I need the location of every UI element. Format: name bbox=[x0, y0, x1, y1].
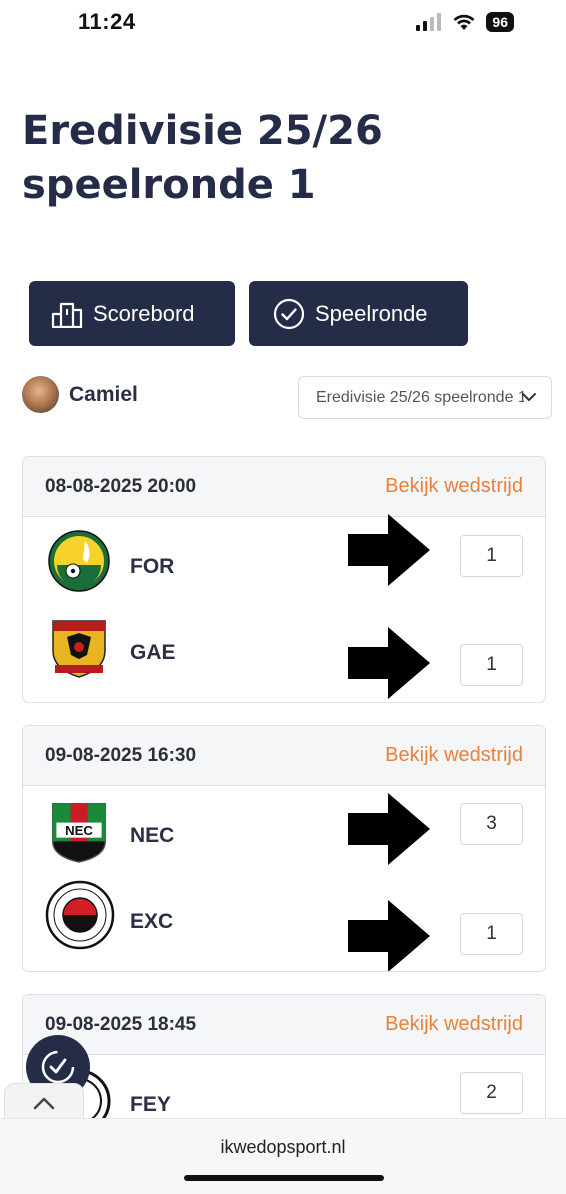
view-match-link[interactable]: Bekijk wedstrijd bbox=[385, 744, 523, 767]
team-code: GAE bbox=[130, 641, 176, 664]
view-match-link[interactable]: Bekijk wedstrijd bbox=[385, 475, 523, 498]
scroll-top-button[interactable] bbox=[4, 1083, 84, 1123]
stopwatch-check-icon bbox=[41, 1050, 75, 1084]
excelsior-rotterdam-logo bbox=[45, 880, 115, 950]
nec-nijmegen-logo: NEC bbox=[51, 803, 107, 863]
user-info: Camiel bbox=[22, 376, 138, 413]
match-header: 09-08-2025 18:45 Bekijk wedstrijd bbox=[23, 995, 545, 1055]
team-code: NEC bbox=[130, 824, 175, 847]
match-datetime: 09-08-2025 16:30 bbox=[45, 744, 197, 766]
avatar bbox=[22, 376, 59, 413]
team-row: GAE 1 bbox=[23, 603, 545, 699]
status-bar: 11:24 96 bbox=[0, 0, 566, 46]
score-input[interactable]: 1 bbox=[460, 535, 523, 577]
battery-indicator: 96 bbox=[486, 12, 514, 32]
match-card: 08-08-2025 20:00 Bekijk wedstrijd FOR 1 … bbox=[22, 456, 546, 703]
round-label: Speelronde bbox=[315, 300, 428, 326]
match-header: 08-08-2025 20:00 Bekijk wedstrijd bbox=[23, 457, 545, 517]
home-indicator bbox=[184, 1175, 384, 1181]
round-select[interactable]: Eredivisie 25/26 speelronde 1 bbox=[298, 376, 552, 419]
browser-bottom-bar: ikwedopsport.nl bbox=[0, 1118, 566, 1194]
match-datetime: 08-08-2025 20:00 bbox=[45, 475, 197, 497]
score-input[interactable]: 3 bbox=[460, 803, 523, 845]
arrow-right-icon bbox=[348, 627, 430, 699]
cellular-signal-icon bbox=[416, 13, 442, 31]
wifi-icon bbox=[453, 14, 475, 30]
match-header: 09-08-2025 16:30 Bekijk wedstrijd bbox=[23, 726, 545, 786]
round-button[interactable]: Speelronde bbox=[249, 281, 468, 346]
arrow-right-icon bbox=[348, 514, 430, 586]
check-circle-icon bbox=[273, 298, 305, 329]
view-match-link[interactable]: Bekijk wedstrijd bbox=[385, 1013, 523, 1036]
round-select-value: Eredivisie 25/26 speelronde 1 bbox=[316, 388, 524, 406]
status-time: 11:24 bbox=[78, 9, 136, 34]
match-datetime: 09-08-2025 18:45 bbox=[45, 1013, 197, 1035]
team-row: NEC NEC 3 bbox=[23, 786, 545, 872]
team-code: EXC bbox=[130, 910, 174, 933]
score-input[interactable]: 2 bbox=[460, 1072, 523, 1114]
podium-icon bbox=[51, 302, 83, 328]
scoreboard-label: Scorebord bbox=[93, 300, 195, 326]
user-name: Camiel bbox=[69, 382, 138, 406]
status-icons: 96 bbox=[416, 12, 514, 32]
team-row: EXC 1 bbox=[23, 872, 545, 971]
team-code: FEY bbox=[130, 1093, 171, 1116]
chevron-up-icon bbox=[33, 1097, 55, 1110]
score-input[interactable]: 1 bbox=[460, 644, 523, 686]
match-card: 09-08-2025 16:30 Bekijk wedstrijd NEC NE… bbox=[22, 725, 546, 972]
score-input[interactable]: 1 bbox=[460, 913, 523, 955]
team-row: FOR 1 bbox=[23, 514, 545, 603]
team-code: FOR bbox=[130, 555, 175, 578]
svg-text:NEC: NEC bbox=[65, 823, 93, 838]
url-bar[interactable]: ikwedopsport.nl bbox=[0, 1137, 566, 1158]
scoreboard-button[interactable]: Scorebord bbox=[29, 281, 235, 346]
page-title: Eredivisie 25/26 speelronde 1 bbox=[22, 108, 383, 208]
go-ahead-eagles-logo bbox=[52, 620, 106, 678]
fortuna-sittard-logo bbox=[48, 530, 110, 592]
chevron-down-icon bbox=[522, 393, 536, 401]
arrow-right-icon bbox=[348, 793, 430, 865]
arrow-right-icon bbox=[348, 900, 430, 971]
